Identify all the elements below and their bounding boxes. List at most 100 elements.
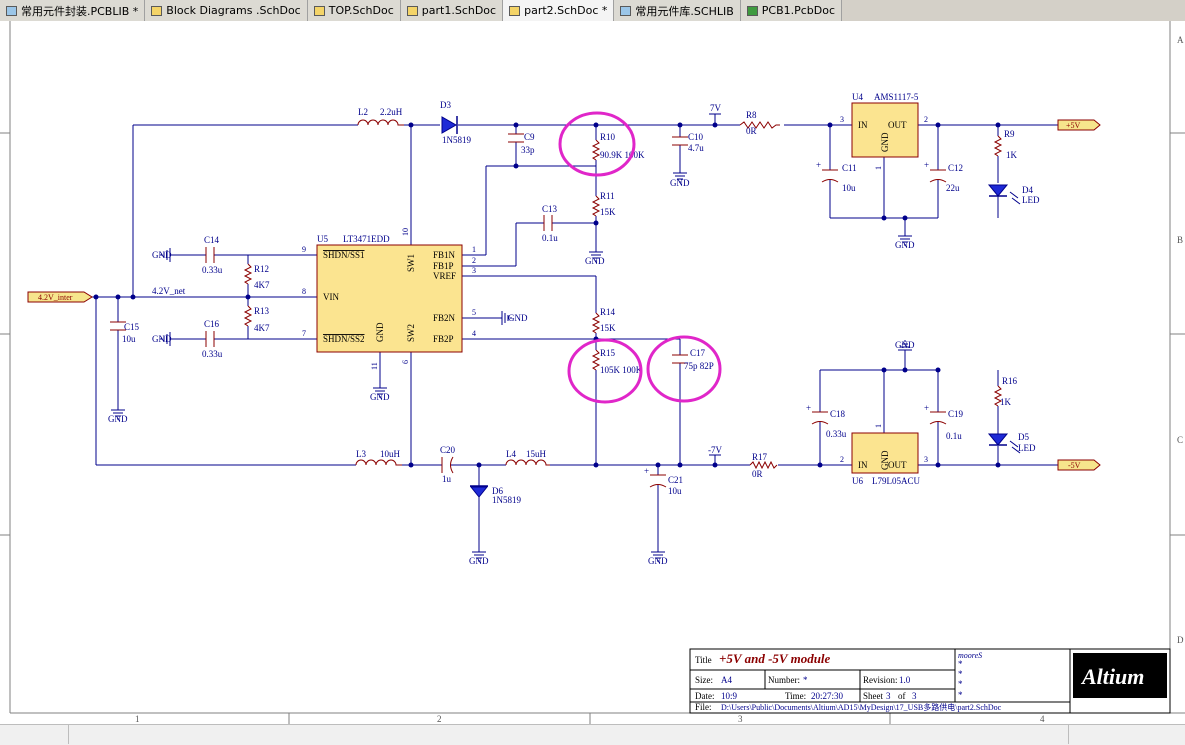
svg-text:Time:: Time:	[785, 691, 806, 701]
u4-gnd-label: GND	[880, 132, 890, 152]
svg-text:4.2V_inter: 4.2V_inter	[38, 293, 73, 302]
c20-ref: C20	[440, 445, 456, 455]
pcbdoc-icon	[746, 5, 758, 16]
tab-part1[interactable]: part1.SchDoc	[400, 0, 504, 21]
svg-text:*: *	[958, 659, 963, 669]
border-zone-labels: A B C D 1 2 3 4	[135, 35, 1184, 724]
resistor-r13-symbol[interactable]	[244, 305, 252, 327]
svg-text:4: 4	[472, 329, 476, 338]
u5-pin-gnd: GND	[375, 322, 385, 342]
tab-label: 常用元件封装.PCBLIB *	[21, 4, 139, 18]
resistor-r11-symbol[interactable]	[592, 195, 600, 217]
capacitor-c14-symbol[interactable]	[205, 247, 215, 263]
schematic-sheet[interactable]: A B C D 1 2 3 4 + + + + + SHDN/SS1 VIN S…	[0, 21, 1185, 724]
schematic-canvas[interactable]: A B C D 1 2 3 4 + + + + + SHDN/SS1 VIN S…	[0, 21, 1185, 724]
resistor-r15-symbol[interactable]	[592, 349, 600, 371]
capacitor-c11-symbol[interactable]: +	[816, 160, 839, 183]
gnd-label: GND	[895, 340, 915, 350]
gnd-label: GND	[670, 178, 690, 188]
svg-text:2: 2	[472, 256, 476, 265]
capacitor-c9-symbol[interactable]	[508, 133, 524, 143]
c12-val: 22u	[946, 183, 960, 193]
c10-val: 4.7u	[688, 143, 704, 153]
r14-val: 15K	[600, 323, 616, 333]
resistor-r14-symbol[interactable]	[592, 312, 600, 334]
d6-val: 1N5819	[492, 495, 521, 505]
diode-d6-symbol[interactable]	[469, 485, 489, 498]
c14-ref: C14	[204, 235, 220, 245]
tab-part2[interactable]: part2.SchDoc *	[503, 0, 615, 21]
r8-val: 0R	[746, 126, 757, 136]
tab-top[interactable]: TOP.SchDoc	[307, 0, 401, 21]
port-plus-5v[interactable]: +5V	[1057, 119, 1101, 131]
tab-schlib[interactable]: 常用元件库.SCHLIB	[614, 0, 741, 21]
d3-val: 1N5819	[442, 135, 471, 145]
resistor-r10-symbol[interactable]	[592, 139, 600, 161]
capacitor-c13-symbol[interactable]	[543, 215, 553, 231]
capacitor-c12-symbol[interactable]: +	[924, 160, 947, 183]
tab-block-diagrams[interactable]: Block Diagrams .SchDoc	[145, 0, 308, 21]
u6-val: L79L05ACU	[872, 476, 920, 486]
tab-pcbdoc[interactable]: PCB1.PcbDoc	[740, 0, 843, 21]
svg-text:*: *	[803, 675, 808, 685]
tab-label: PCB1.PcbDoc	[761, 4, 836, 17]
c13-ref: C13	[542, 204, 558, 214]
svg-text:3: 3	[924, 455, 928, 464]
diode-d3-symbol[interactable]	[441, 116, 458, 134]
inductor-l4-symbol[interactable]	[505, 459, 550, 466]
c13-val: 0.1u	[542, 233, 558, 243]
title-block: Altium Title +5V and -5V module Size: A4…	[689, 648, 1171, 714]
svg-text:+: +	[644, 466, 649, 476]
ic-u5-lt3471[interactable]: SHDN/SS1 VIN SHDN/SS2 FB1N FB1P VREF FB2…	[316, 244, 463, 353]
svg-text:3: 3	[886, 691, 891, 701]
zone-row-c: C	[1177, 435, 1183, 445]
u5-ref: U5	[317, 234, 328, 244]
schdoc-icon	[313, 5, 325, 16]
u5-val: LT3471EDD	[343, 234, 390, 244]
tab-pcblib[interactable]: 常用元件封装.PCBLIB *	[0, 0, 146, 21]
u5-pin-sw2: SW2	[406, 324, 416, 342]
resistor-r9-symbol[interactable]	[994, 135, 1002, 157]
svg-text:3: 3	[840, 115, 844, 124]
led-d5-symbol[interactable]	[987, 433, 1021, 454]
capacitor-c18-symbol[interactable]: +	[806, 403, 829, 425]
regulator-u6[interactable]: IN OUT GND	[851, 432, 919, 474]
u6-in-label: IN	[858, 460, 868, 470]
c11-val: 10u	[842, 183, 856, 193]
u5-pin-fb1n: FB1N	[433, 250, 456, 260]
resistor-r17-symbol[interactable]	[749, 460, 778, 470]
inductor-l2-symbol[interactable]	[357, 119, 404, 126]
gnd-label: GND	[370, 392, 390, 402]
capacitor-c19-symbol[interactable]: +	[924, 403, 947, 425]
resistor-r12-symbol[interactable]	[244, 263, 252, 285]
svg-text:1: 1	[874, 166, 883, 170]
inductor-l3-symbol[interactable]	[355, 459, 402, 466]
u5-pin-fb1p: FB1P	[433, 261, 454, 271]
schdoc-icon	[406, 5, 418, 16]
port-4v2-inter[interactable]: 4.2V_inter	[27, 291, 93, 303]
zone-row-b: B	[1177, 235, 1183, 245]
tab-label: 常用元件库.SCHLIB	[635, 4, 734, 18]
u4-ref: U4	[852, 92, 863, 102]
horizontal-scrollbar[interactable]	[0, 724, 1185, 745]
l2-ref: L2	[358, 107, 368, 117]
led-d4-symbol[interactable]	[987, 184, 1021, 205]
c16-ref: C16	[204, 319, 220, 329]
schlib-icon	[620, 5, 632, 16]
c17-val: 75p 82P	[684, 361, 714, 371]
schdoc-icon	[509, 5, 521, 16]
r10-val: 90.9K 100K	[600, 150, 645, 160]
u6-gnd-label: GND	[880, 450, 890, 470]
regulator-u4[interactable]: IN OUT GND	[851, 102, 919, 158]
scrollbar-track[interactable]	[68, 725, 1069, 744]
tab-label: part1.SchDoc	[421, 4, 497, 17]
sheet-file-path: D:\Users\Public\Documents\Altium\AD15\My…	[721, 702, 1002, 712]
capacitor-c16-symbol[interactable]	[205, 331, 215, 347]
port-minus-5v[interactable]: -5V	[1057, 459, 1101, 471]
capacitor-c21-symbol[interactable]: +	[644, 466, 667, 488]
l3-ref: L3	[356, 449, 366, 459]
svg-text:1: 1	[472, 245, 476, 254]
r12-val: 4K7	[254, 280, 270, 290]
capacitor-c10-symbol[interactable]	[672, 136, 688, 146]
c14-val: 0.33u	[202, 265, 223, 275]
